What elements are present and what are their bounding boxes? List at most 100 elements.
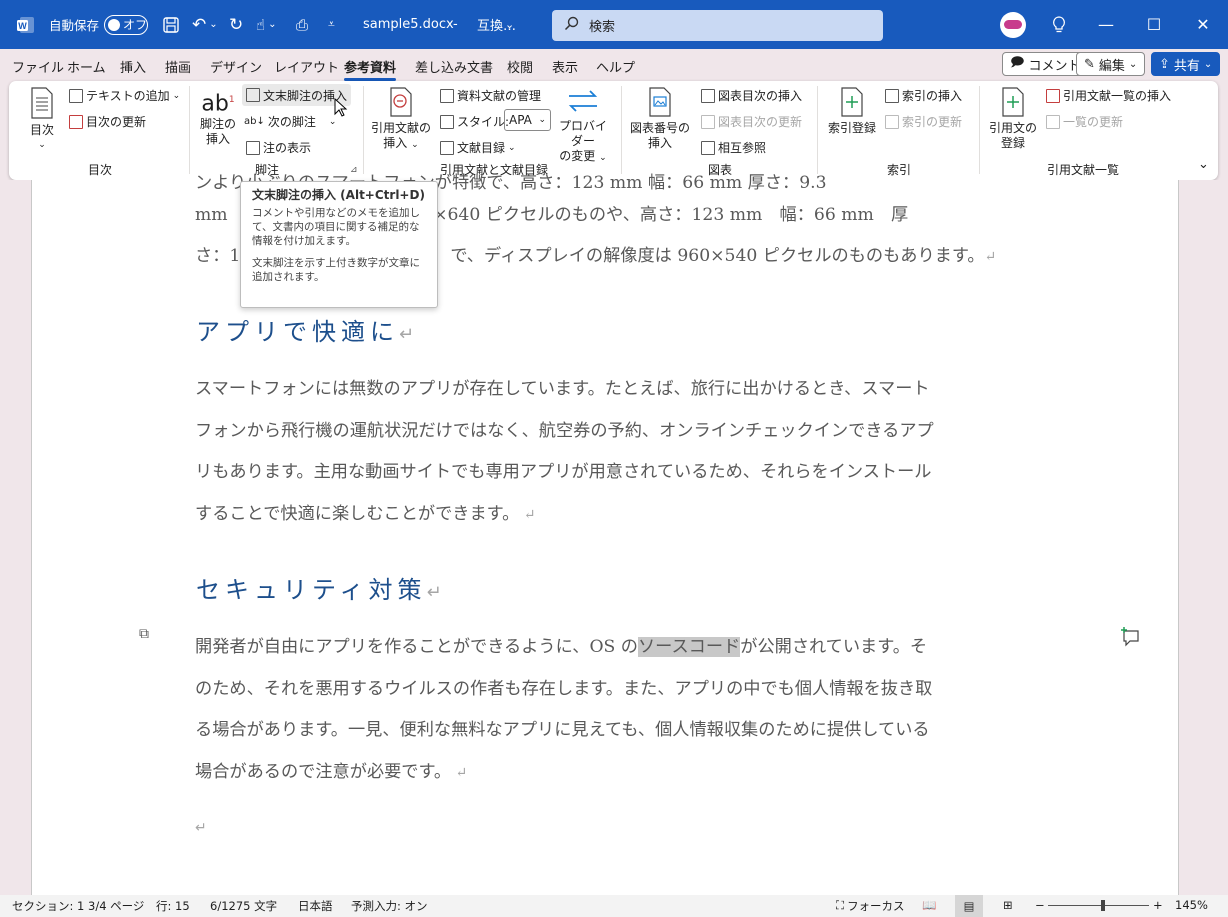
mark-citation-label-2: 登録 bbox=[1000, 136, 1025, 150]
body-line: 開発者が自由にアプリを作ることができるように、OS のソースコードが公開されてい… bbox=[195, 627, 1025, 669]
divider bbox=[979, 86, 980, 174]
paragraph-security[interactable]: 開発者が自由にアプリを作ることができるように、OS のソースコードが公開されてい… bbox=[195, 627, 1025, 794]
read-mode-icon[interactable]: 📖 bbox=[922, 898, 936, 912]
lightbulb-icon[interactable] bbox=[1052, 0, 1066, 49]
focus-button[interactable]: ⛶ フォーカス bbox=[836, 898, 905, 914]
tab-insert[interactable]: 挿入 bbox=[120, 57, 146, 76]
status-page[interactable]: 3/4 ページ bbox=[88, 898, 144, 914]
show-notes-button[interactable]: 注の表示 bbox=[246, 139, 311, 156]
add-text-button[interactable]: テキストの追加 ⌄ bbox=[69, 87, 180, 104]
body-line: のため、それを悪用するウイルスの作者も存在します。また、アプリの中でも個人情報を… bbox=[195, 678, 933, 699]
toc-button[interactable]: 目次 ⌄ bbox=[27, 87, 57, 153]
add-text-label: テキストの追加 bbox=[86, 89, 170, 103]
tab-view[interactable]: 表示 bbox=[552, 57, 578, 76]
citation-style-select[interactable]: APA ⌄ bbox=[504, 109, 551, 131]
close-button[interactable]: ✕ bbox=[1180, 0, 1226, 49]
update-tof-button[interactable]: 図表目次の更新 bbox=[701, 113, 802, 130]
tab-home[interactable]: ホーム bbox=[67, 57, 106, 76]
edit-label: 編集 bbox=[1098, 58, 1125, 74]
mark-entry-icon bbox=[839, 87, 865, 121]
body-line: リもあります。主用な動画サイトでも専用アプリが用意されているため、それらをインス… bbox=[195, 462, 932, 482]
update-toa-button[interactable]: 一覧の更新 bbox=[1046, 113, 1123, 130]
manage-sources-button[interactable]: 資料文献の管理 bbox=[440, 87, 541, 104]
insert-toa-button[interactable]: 引用文献一覧の挿入 bbox=[1046, 87, 1171, 104]
search-icon bbox=[564, 16, 579, 35]
update-index-label: 索引の更新 bbox=[902, 115, 963, 129]
divider bbox=[817, 86, 818, 174]
web-layout-icon[interactable]: ⊞ bbox=[1003, 898, 1013, 912]
update-toc-icon bbox=[69, 114, 83, 129]
share-button[interactable]: ⇪ 共有 ⌄ bbox=[1151, 52, 1221, 76]
document-filename[interactable]: sample5.docx bbox=[363, 0, 454, 49]
paragraph-mark-icon: ↵ bbox=[195, 820, 207, 836]
update-index-button[interactable]: 索引の更新 bbox=[885, 113, 962, 130]
tab-help[interactable]: ヘルプ bbox=[596, 57, 635, 76]
manage-sources-label: 資料文献の管理 bbox=[457, 89, 542, 103]
zoom-out-button[interactable]: − bbox=[1035, 898, 1045, 912]
status-language[interactable]: 日本語 bbox=[298, 898, 333, 914]
update-tof-label: 図表目次の更新 bbox=[718, 115, 803, 129]
status-line[interactable]: 行: 15 bbox=[156, 898, 190, 914]
body-text: は 960×640 ピクセルのものや、高さ：123 mm 幅：66 mm 厚 bbox=[377, 205, 909, 225]
cross-reference-button[interactable]: 相互参照 bbox=[701, 139, 766, 156]
svg-text:W: W bbox=[18, 21, 27, 31]
bibliography-button[interactable]: 文献目録 ⌄ bbox=[440, 139, 516, 156]
focus-icon: ⛶ bbox=[836, 898, 845, 912]
mark-citation-button[interactable]: 引用文の 登録 bbox=[985, 87, 1041, 151]
heading-security[interactable]: セキュリティ対策↵ bbox=[196, 570, 442, 605]
insert-index-label: 索引の挿入 bbox=[902, 89, 963, 103]
document-canvas[interactable]: ンより小ぶりのスマートフォンが特徴で、高さ：123 mm 幅：66 mm 厚さ：… bbox=[0, 173, 1228, 895]
insert-caption-button[interactable]: 図表番号の 挿入 bbox=[629, 87, 691, 151]
customize-qat-icon[interactable]: ⩡ bbox=[328, 0, 335, 49]
paragraph-apps[interactable]: スマートフォンには無数のアプリが存在しています。たとえば、旅行に出かけるとき、ス… bbox=[195, 369, 1025, 536]
chevron-down-icon[interactable]: ⌄ bbox=[505, 0, 514, 49]
insert-toa-label: 引用文献一覧の挿入 bbox=[1063, 89, 1172, 103]
update-toc-button[interactable]: 目次の更新 bbox=[69, 113, 146, 130]
editing-mode-button[interactable]: ✎ 編集 ⌄ bbox=[1076, 52, 1146, 76]
mark-entry-button[interactable]: 索引登録 bbox=[825, 87, 879, 136]
maximize-button[interactable]: ☐ bbox=[1131, 0, 1177, 49]
autosave-toggle[interactable]: オフ bbox=[104, 0, 148, 49]
collapse-ribbon-chevron-icon[interactable]: ⌄ bbox=[1198, 157, 1209, 172]
style-label: スタイル: bbox=[457, 115, 510, 129]
insert-citation-button[interactable]: 引用文献の 挿入 ⌄ bbox=[370, 87, 432, 153]
loop-component-icon[interactable]: ⧉ bbox=[139, 626, 149, 642]
insert-index-button[interactable]: 索引の挿入 bbox=[885, 87, 962, 104]
show-notes-icon bbox=[246, 140, 260, 155]
status-section[interactable]: セクション: 1 bbox=[12, 898, 84, 914]
change-provider-button[interactable]: プロバイダー の変更 ⌄ bbox=[554, 87, 612, 166]
save-icon[interactable] bbox=[162, 0, 180, 49]
insert-footnote-button[interactable]: ab1 脚注の 挿入 bbox=[197, 87, 239, 147]
tab-layout[interactable]: レイアウト bbox=[274, 57, 339, 76]
style-label-wrap: スタイル: bbox=[440, 113, 509, 130]
zoom-in-button[interactable]: + bbox=[1153, 898, 1163, 912]
tab-review[interactable]: 校閲 bbox=[507, 57, 533, 76]
tab-draw[interactable]: 描画 bbox=[165, 57, 191, 76]
next-footnote-button[interactable]: ab↓ 次の脚注 ⌄ bbox=[244, 113, 336, 130]
status-word-count[interactable]: 6/1275 文字 bbox=[210, 898, 277, 914]
search-input[interactable]: 検索 bbox=[552, 10, 883, 41]
undo-icon[interactable]: ↶ ⌄ bbox=[192, 0, 218, 49]
tab-design[interactable]: デザイン bbox=[210, 57, 262, 76]
minimize-button[interactable]: — bbox=[1083, 0, 1129, 49]
status-text-predictions[interactable]: 予測入力: オン bbox=[351, 898, 428, 914]
heading-apps[interactable]: アプリで快適に↵ bbox=[196, 312, 414, 347]
touch-mode-icon[interactable]: ☝ ⌄ bbox=[256, 0, 277, 49]
tab-mailings[interactable]: 差し込み文書 bbox=[415, 57, 493, 76]
insert-tof-label: 図表目次の挿入 bbox=[718, 89, 803, 103]
selected-text[interactable]: ソースコード bbox=[637, 637, 741, 657]
tab-file[interactable]: ファイル bbox=[12, 57, 64, 76]
tab-references[interactable]: 参考資料 bbox=[344, 57, 397, 81]
zoom-level[interactable]: 145% bbox=[1175, 898, 1208, 912]
provider-label-2: の変更 bbox=[559, 149, 596, 163]
zoom-slider-thumb[interactable] bbox=[1101, 900, 1105, 911]
zoom-slider[interactable] bbox=[1048, 905, 1149, 906]
swap-arrows-icon bbox=[566, 87, 600, 119]
redo-icon[interactable]: ↻ bbox=[229, 0, 243, 49]
print-preview-icon[interactable]: ⎙ bbox=[296, 0, 308, 49]
insert-caption-icon bbox=[647, 87, 673, 121]
add-comment-icon[interactable] bbox=[1120, 626, 1142, 651]
insert-tof-button[interactable]: 図表目次の挿入 bbox=[701, 87, 802, 104]
print-layout-icon[interactable]: ▤ bbox=[955, 895, 983, 917]
avatar[interactable] bbox=[1000, 0, 1026, 49]
